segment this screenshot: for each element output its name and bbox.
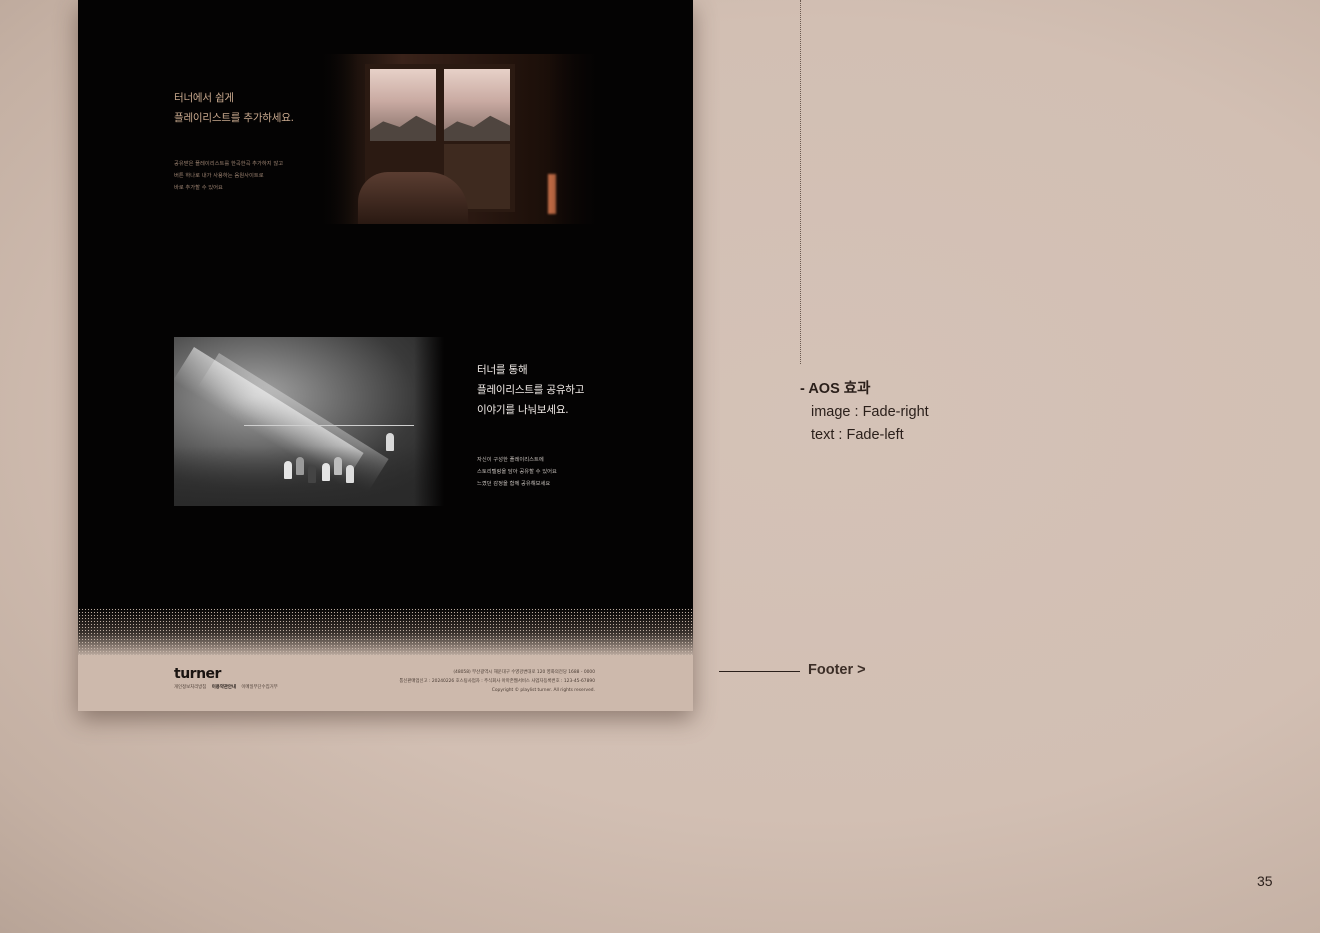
seated-group: [284, 453, 364, 489]
footer-copyright: Copyright © playlist turner. All rights …: [491, 688, 595, 694]
section2-title-line: 터너를 통해: [477, 364, 528, 376]
section1-desc-line: 공유받은 플레이리스트를 한곡한곡 추가하지 않고: [174, 161, 284, 167]
grain-transition: [78, 608, 693, 658]
section1-title-line: 터너에서 쉽게: [174, 92, 234, 104]
section2-description: 자신이 구성한 플레이리스트에 스토리텔링을 담아 공유할 수 있어요 느꼈던 …: [477, 454, 584, 490]
section2-desc-line: 스토리텔링을 담아 공유할 수 있어요: [477, 469, 557, 475]
section2-desc-line: 자신이 구성한 플레이리스트에: [477, 457, 544, 463]
footer-links: 개인정보처리방침 이용약관안내 이메일무단수집거부: [174, 684, 282, 690]
section1-desc-line: 바로 추가할 수 있어요: [174, 185, 223, 191]
aos-image-effect: image : Fade-right: [811, 404, 929, 420]
room-window-photo: [318, 54, 598, 224]
footer-info: (48058) 부산광역시 해운대구 수영강변대로 120 영화의전당 1688…: [399, 668, 595, 696]
footer-link-email[interactable]: 이메일무단수집거부: [241, 685, 277, 690]
window-pane-right: [444, 69, 510, 141]
footer-link-privacy[interactable]: 개인정보처리방침: [174, 685, 206, 690]
section1-description: 공유받은 플레이리스트를 한곡한곡 추가하지 않고 버튼 하나로 내가 사용하는…: [174, 158, 294, 194]
section2-title: 터너를 통해 플레이리스트를 공유하고 이야기를 나눠보세요.: [477, 360, 584, 420]
aos-text-effect: text : Fade-left: [811, 427, 904, 443]
aos-annotation: - AOS 효과 image : Fade-right text : Fade-…: [800, 378, 929, 447]
bed: [358, 172, 468, 224]
section1-title: 터너에서 쉽게 플레이리스트를 추가하세요.: [174, 88, 294, 128]
footer-registration: 통신판매업신고 : 20240226 호스팅사업자 : 주식회사 아마존웹서비스…: [399, 679, 595, 685]
turner-logo[interactable]: turner: [174, 666, 221, 682]
section1-desc-line: 버튼 하나로 내가 사용하는 음원사이트로: [174, 173, 264, 179]
gym-group-photo: [174, 337, 444, 506]
website-mockup: 터너에서 쉽게 플레이리스트를 추가하세요. 공유받은 플레이리스트를 한곡한곡…: [78, 0, 693, 711]
standing-person: [386, 433, 394, 451]
aos-title: - AOS 효과: [800, 381, 871, 397]
footer-link-terms[interactable]: 이용약관안내: [212, 685, 236, 690]
window-pane-left: [370, 69, 436, 141]
section1-text: 터너에서 쉽게 플레이리스트를 추가하세요. 공유받은 플레이리스트를 한곡한곡…: [174, 88, 294, 194]
site-footer: turner 개인정보처리방침 이용약관안내 이메일무단수집거부 (48058)…: [78, 655, 693, 711]
section2-text: 터너를 통해 플레이리스트를 공유하고 이야기를 나눠보세요. 자신이 구성한 …: [477, 360, 584, 490]
dotted-connector-line: [800, 0, 801, 364]
section2-title-line: 이야기를 나눠보세요.: [477, 404, 569, 416]
page-number: 35: [1257, 873, 1273, 889]
footer-address: (48058) 부산광역시 해운대구 수영강변대로 120 영화의전당 1688…: [453, 670, 595, 675]
footer-label: Footer >: [808, 662, 866, 678]
section2-desc-line: 느꼈던 감정을 함께 공유해보세요: [477, 481, 551, 487]
footer-pointer-line: [719, 671, 800, 673]
section1-title-line: 플레이리스트를 추가하세요.: [174, 112, 294, 124]
section2-title-line: 플레이리스트를 공유하고: [477, 384, 585, 396]
volleyball-net: [244, 425, 414, 426]
